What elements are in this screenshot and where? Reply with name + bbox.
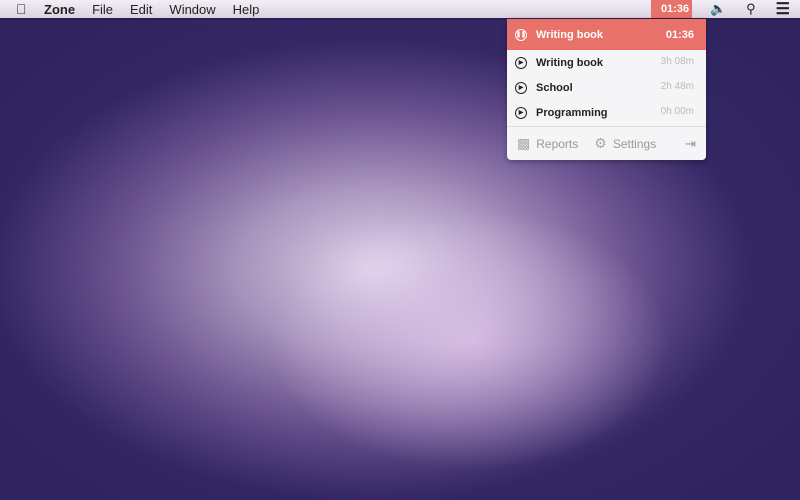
settings-label: Settings: [612, 136, 657, 151]
menu-edit[interactable]: Edit: [130, 2, 152, 17]
task-name: Writing book: [536, 56, 604, 69]
menubar-timer[interactable]: 01:36: [650, 0, 692, 18]
apple-menu-icon[interactable]: : [16, 1, 32, 17]
active-task-name: Writing book: [536, 28, 604, 41]
popover-footer: ▩ Reports ⚙ Settings ⇥: [507, 126, 706, 160]
task-name: Programming: [536, 106, 608, 119]
menu-app-name[interactable]: Zone: [44, 2, 75, 17]
play-icon[interactable]: ▶: [515, 106, 527, 119]
logout-icon[interactable]: ⇥: [685, 136, 696, 152]
settings-button[interactable]: ⚙ Settings: [594, 135, 656, 152]
active-task[interactable]: ❚❚ Writing book 01:36: [507, 19, 706, 50]
task-row[interactable]: ▶ School 2h 48m: [507, 75, 706, 100]
reports-label: Reports: [536, 136, 579, 151]
volume-icon[interactable]: 🔈: [710, 1, 726, 17]
task-time: 0h 00m: [660, 106, 694, 117]
play-icon[interactable]: ▶: [515, 81, 527, 94]
list-icon[interactable]: ☰: [776, 0, 790, 19]
task-row[interactable]: ▶ Programming 0h 00m: [507, 100, 706, 125]
menu-bar:  Zone File Edit Window Help 01:36 🔈 ⚲ ☰: [0, 0, 800, 18]
gear-icon: ⚙: [594, 135, 607, 151]
bar-chart-icon: ▩: [517, 135, 531, 151]
search-icon[interactable]: ⚲: [746, 1, 756, 17]
task-row[interactable]: ▶ Writing book 3h 08m: [507, 50, 706, 75]
menu-file[interactable]: File: [92, 2, 113, 17]
task-name: School: [536, 81, 573, 94]
active-task-time: 01:36: [665, 28, 694, 41]
timer-popover: ❚❚ Writing book 01:36 ▶ Writing book 3h …: [507, 19, 706, 160]
pause-icon[interactable]: ❚❚: [515, 28, 527, 41]
menu-window[interactable]: Window: [169, 2, 215, 17]
play-icon[interactable]: ▶: [515, 56, 527, 69]
menu-help[interactable]: Help: [233, 2, 260, 17]
reports-button[interactable]: ▩ Reports: [517, 135, 578, 152]
task-time: 3h 08m: [660, 56, 694, 67]
task-time: 2h 48m: [660, 81, 694, 92]
